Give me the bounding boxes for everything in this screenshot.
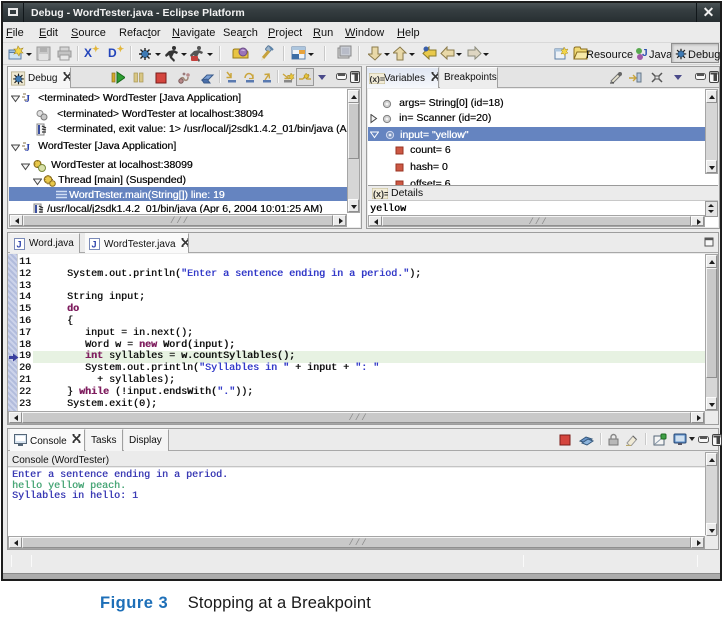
svg-text:J: J <box>25 94 30 104</box>
svg-text:(x)=: (x)= <box>373 189 388 199</box>
svg-text:J: J <box>17 240 22 250</box>
svg-text:J: J <box>642 48 648 59</box>
svg-text:J: J <box>92 240 97 250</box>
svg-text:(x)=: (x)= <box>370 74 385 84</box>
svg-text:J: J <box>25 143 30 153</box>
